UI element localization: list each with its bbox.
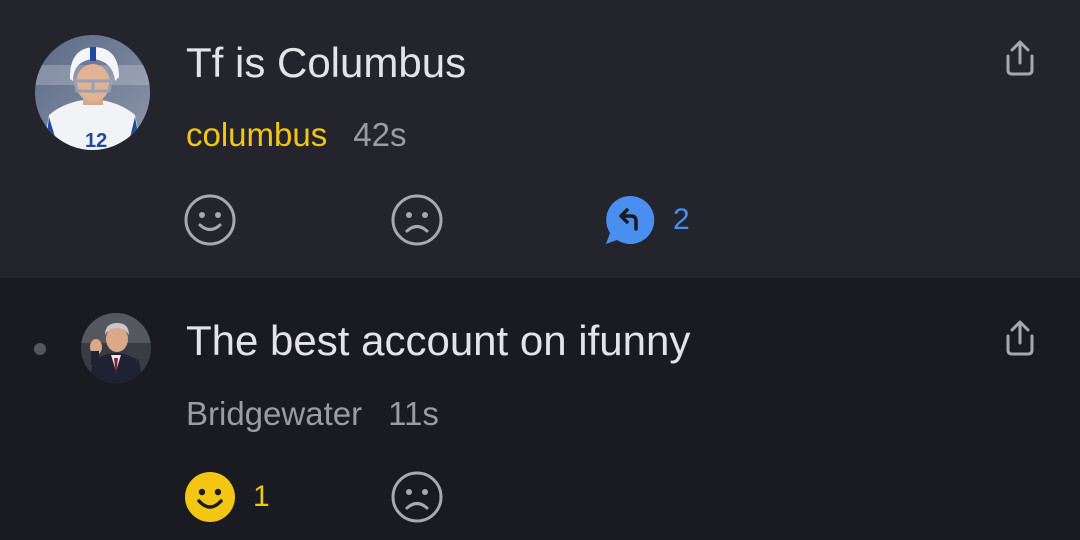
comment-meta: columbus 42s: [186, 115, 406, 155]
replies-button[interactable]: 2: [603, 192, 690, 248]
reply-count: 2: [673, 203, 690, 236]
like-button[interactable]: [183, 192, 237, 248]
share-icon: [1006, 320, 1034, 356]
reply-bubble-icon: [606, 195, 655, 244]
share-button[interactable]: [1000, 38, 1040, 78]
comment-actions: 1: [183, 469, 783, 525]
frown-icon: [391, 194, 443, 246]
share-button[interactable]: [1000, 318, 1040, 358]
comment-text: Tf is Columbus: [186, 39, 467, 86]
comment-text: The best account on ifunny: [186, 317, 691, 364]
svg-text:12: 12: [85, 130, 107, 150]
football-player-avatar: 12: [35, 35, 150, 150]
smile-icon: [185, 472, 235, 522]
like-button[interactable]: 1: [183, 469, 270, 525]
comment-time: 11s: [388, 395, 439, 432]
comment-item: 12 Tf is Columbus columbus 42s 2: [0, 0, 1080, 278]
comment-author[interactable]: Bridgewater: [186, 395, 362, 432]
share-icon: [1006, 40, 1034, 76]
comment-actions: 2: [183, 192, 783, 248]
man-in-suit-avatar: [81, 313, 151, 383]
frown-icon: [391, 471, 443, 523]
smile-icon: [184, 194, 236, 246]
thread-indicator: [34, 343, 46, 355]
dislike-button[interactable]: [390, 469, 444, 525]
dislike-button[interactable]: [390, 192, 444, 248]
comment-time: 42s: [353, 116, 407, 153]
comment-meta: Bridgewater 11s: [186, 394, 439, 434]
comment-author[interactable]: columbus: [186, 116, 327, 153]
user-avatar[interactable]: [81, 313, 151, 383]
reply-item: The best account on ifunny Bridgewater 11…: [0, 278, 1080, 540]
like-count: 1: [253, 480, 270, 513]
user-avatar[interactable]: 12: [35, 35, 150, 150]
